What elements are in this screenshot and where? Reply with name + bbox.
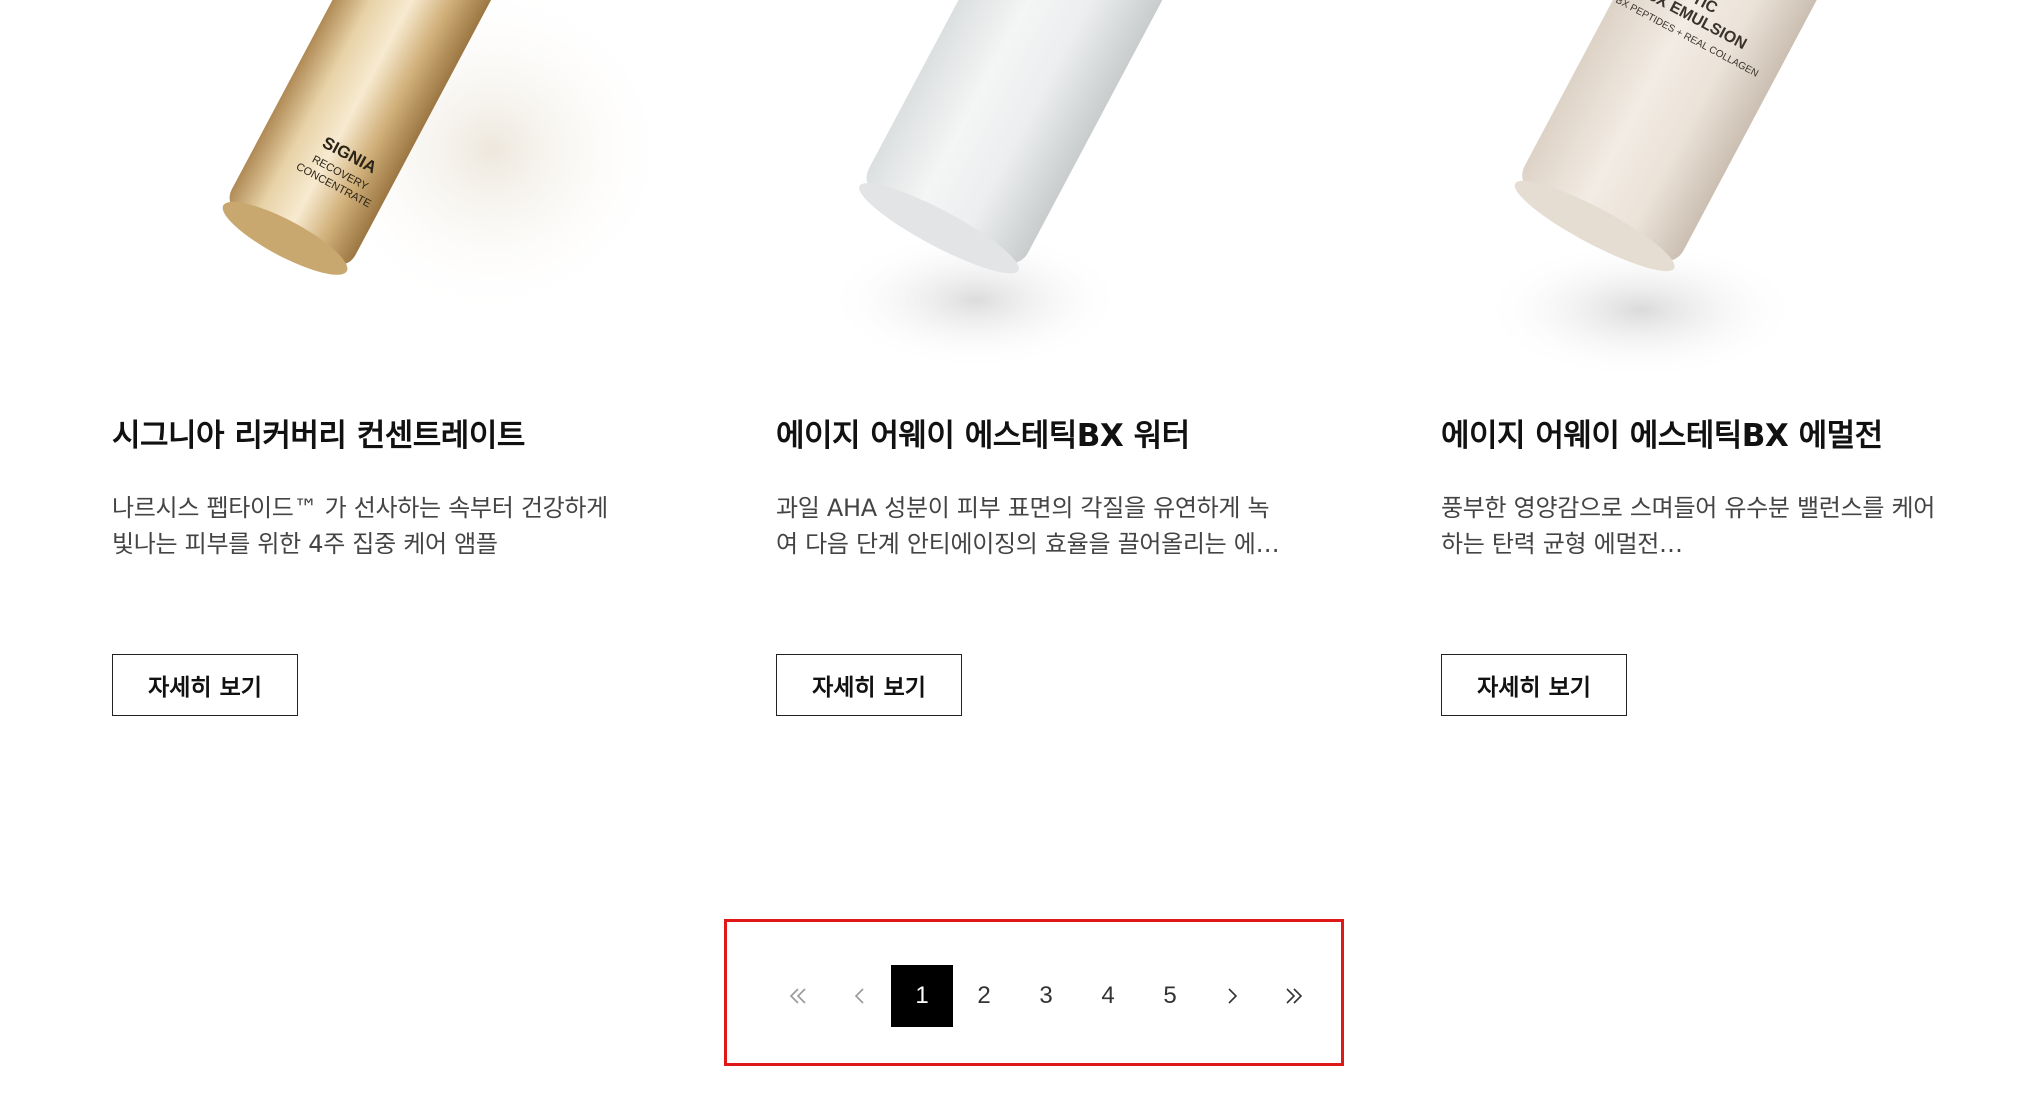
description-line: 나르시스 펩타이드™ 가 선사하는 속부터 건강하게 bbox=[112, 494, 608, 522]
product-description: 풍부한 영양감으로 스며들어 유수분 밸런스를 케어 하는 탄력 균형 에멀전… bbox=[1441, 490, 1981, 562]
next-page-button[interactable] bbox=[1201, 965, 1263, 1027]
product-description: 나르시스 펩타이드™ 가 선사하는 속부터 건강하게 빛나는 피부를 위한 4주… bbox=[112, 490, 652, 562]
prev-page-button[interactable] bbox=[829, 965, 891, 1027]
description-line: 하는 탄력 균형 에멀전… bbox=[1441, 530, 1683, 558]
product-title[interactable]: 시그니아 리커버리 컨센트레이트 bbox=[112, 410, 525, 455]
product-image-bx-emulsion[interactable]: TIC BX EMULSION BX PEPTIDES + REAL COLLA… bbox=[1441, 0, 2001, 390]
last-page-button[interactable] bbox=[1263, 965, 1325, 1027]
description-line: 빛나는 피부를 위한 4주 집중 케어 앰플 bbox=[112, 530, 498, 558]
view-details-button[interactable]: 자세히 보기 bbox=[112, 654, 298, 716]
page-button-1[interactable]: 1 bbox=[891, 965, 953, 1027]
double-chevron-right-icon bbox=[1286, 988, 1303, 1004]
product-description: 과일 AHA 성분이 피부 표면의 각질을 유연하게 녹 여 다음 단계 안티에… bbox=[776, 490, 1316, 562]
page-button-2[interactable]: 2 bbox=[953, 965, 1015, 1027]
view-details-button[interactable]: 자세히 보기 bbox=[776, 654, 962, 716]
product-title[interactable]: 에이지 어웨이 에스테틱BX 에멀전 bbox=[1441, 410, 1883, 455]
description-line: 풍부한 영양감으로 스며들어 유수분 밸런스를 케어 bbox=[1441, 494, 1936, 522]
description-line: 과일 AHA 성분이 피부 표면의 각질을 유연하게 녹 bbox=[776, 494, 1270, 522]
product-image-signia[interactable]: SIGNIA RECOVERY CONCENTRATE bbox=[112, 0, 672, 390]
page-button-4[interactable]: 4 bbox=[1077, 965, 1139, 1027]
double-chevron-left-icon bbox=[789, 988, 806, 1004]
product-card-bx-emulsion: TIC BX EMULSION BX PEPTIDES + REAL COLLA… bbox=[1441, 0, 2001, 730]
product-title[interactable]: 에이지 어웨이 에스테틱BX 워터 bbox=[776, 410, 1190, 455]
description-line: 여 다음 단계 안티에이징의 효율을 끌어올리는 에… bbox=[776, 530, 1280, 558]
product-card-bx-water: 에이지 어웨이 에스테틱BX 워터 과일 AHA 성분이 피부 표면의 각질을 … bbox=[776, 0, 1336, 730]
view-details-button[interactable]: 자세히 보기 bbox=[1441, 654, 1627, 716]
chevron-right-icon bbox=[1228, 988, 1238, 1004]
page-button-5[interactable]: 5 bbox=[1139, 965, 1201, 1027]
pagination: 1 2 3 4 5 bbox=[767, 965, 1325, 1027]
page-button-3[interactable]: 3 bbox=[1015, 965, 1077, 1027]
chevron-left-icon bbox=[854, 988, 864, 1004]
product-image-bx-water[interactable] bbox=[776, 0, 1336, 390]
product-card-signia: SIGNIA RECOVERY CONCENTRATE 시그니아 리커버리 컨센… bbox=[112, 0, 672, 730]
first-page-button[interactable] bbox=[767, 965, 829, 1027]
product-list: SIGNIA RECOVERY CONCENTRATE 시그니아 리커버리 컨센… bbox=[0, 0, 2032, 730]
